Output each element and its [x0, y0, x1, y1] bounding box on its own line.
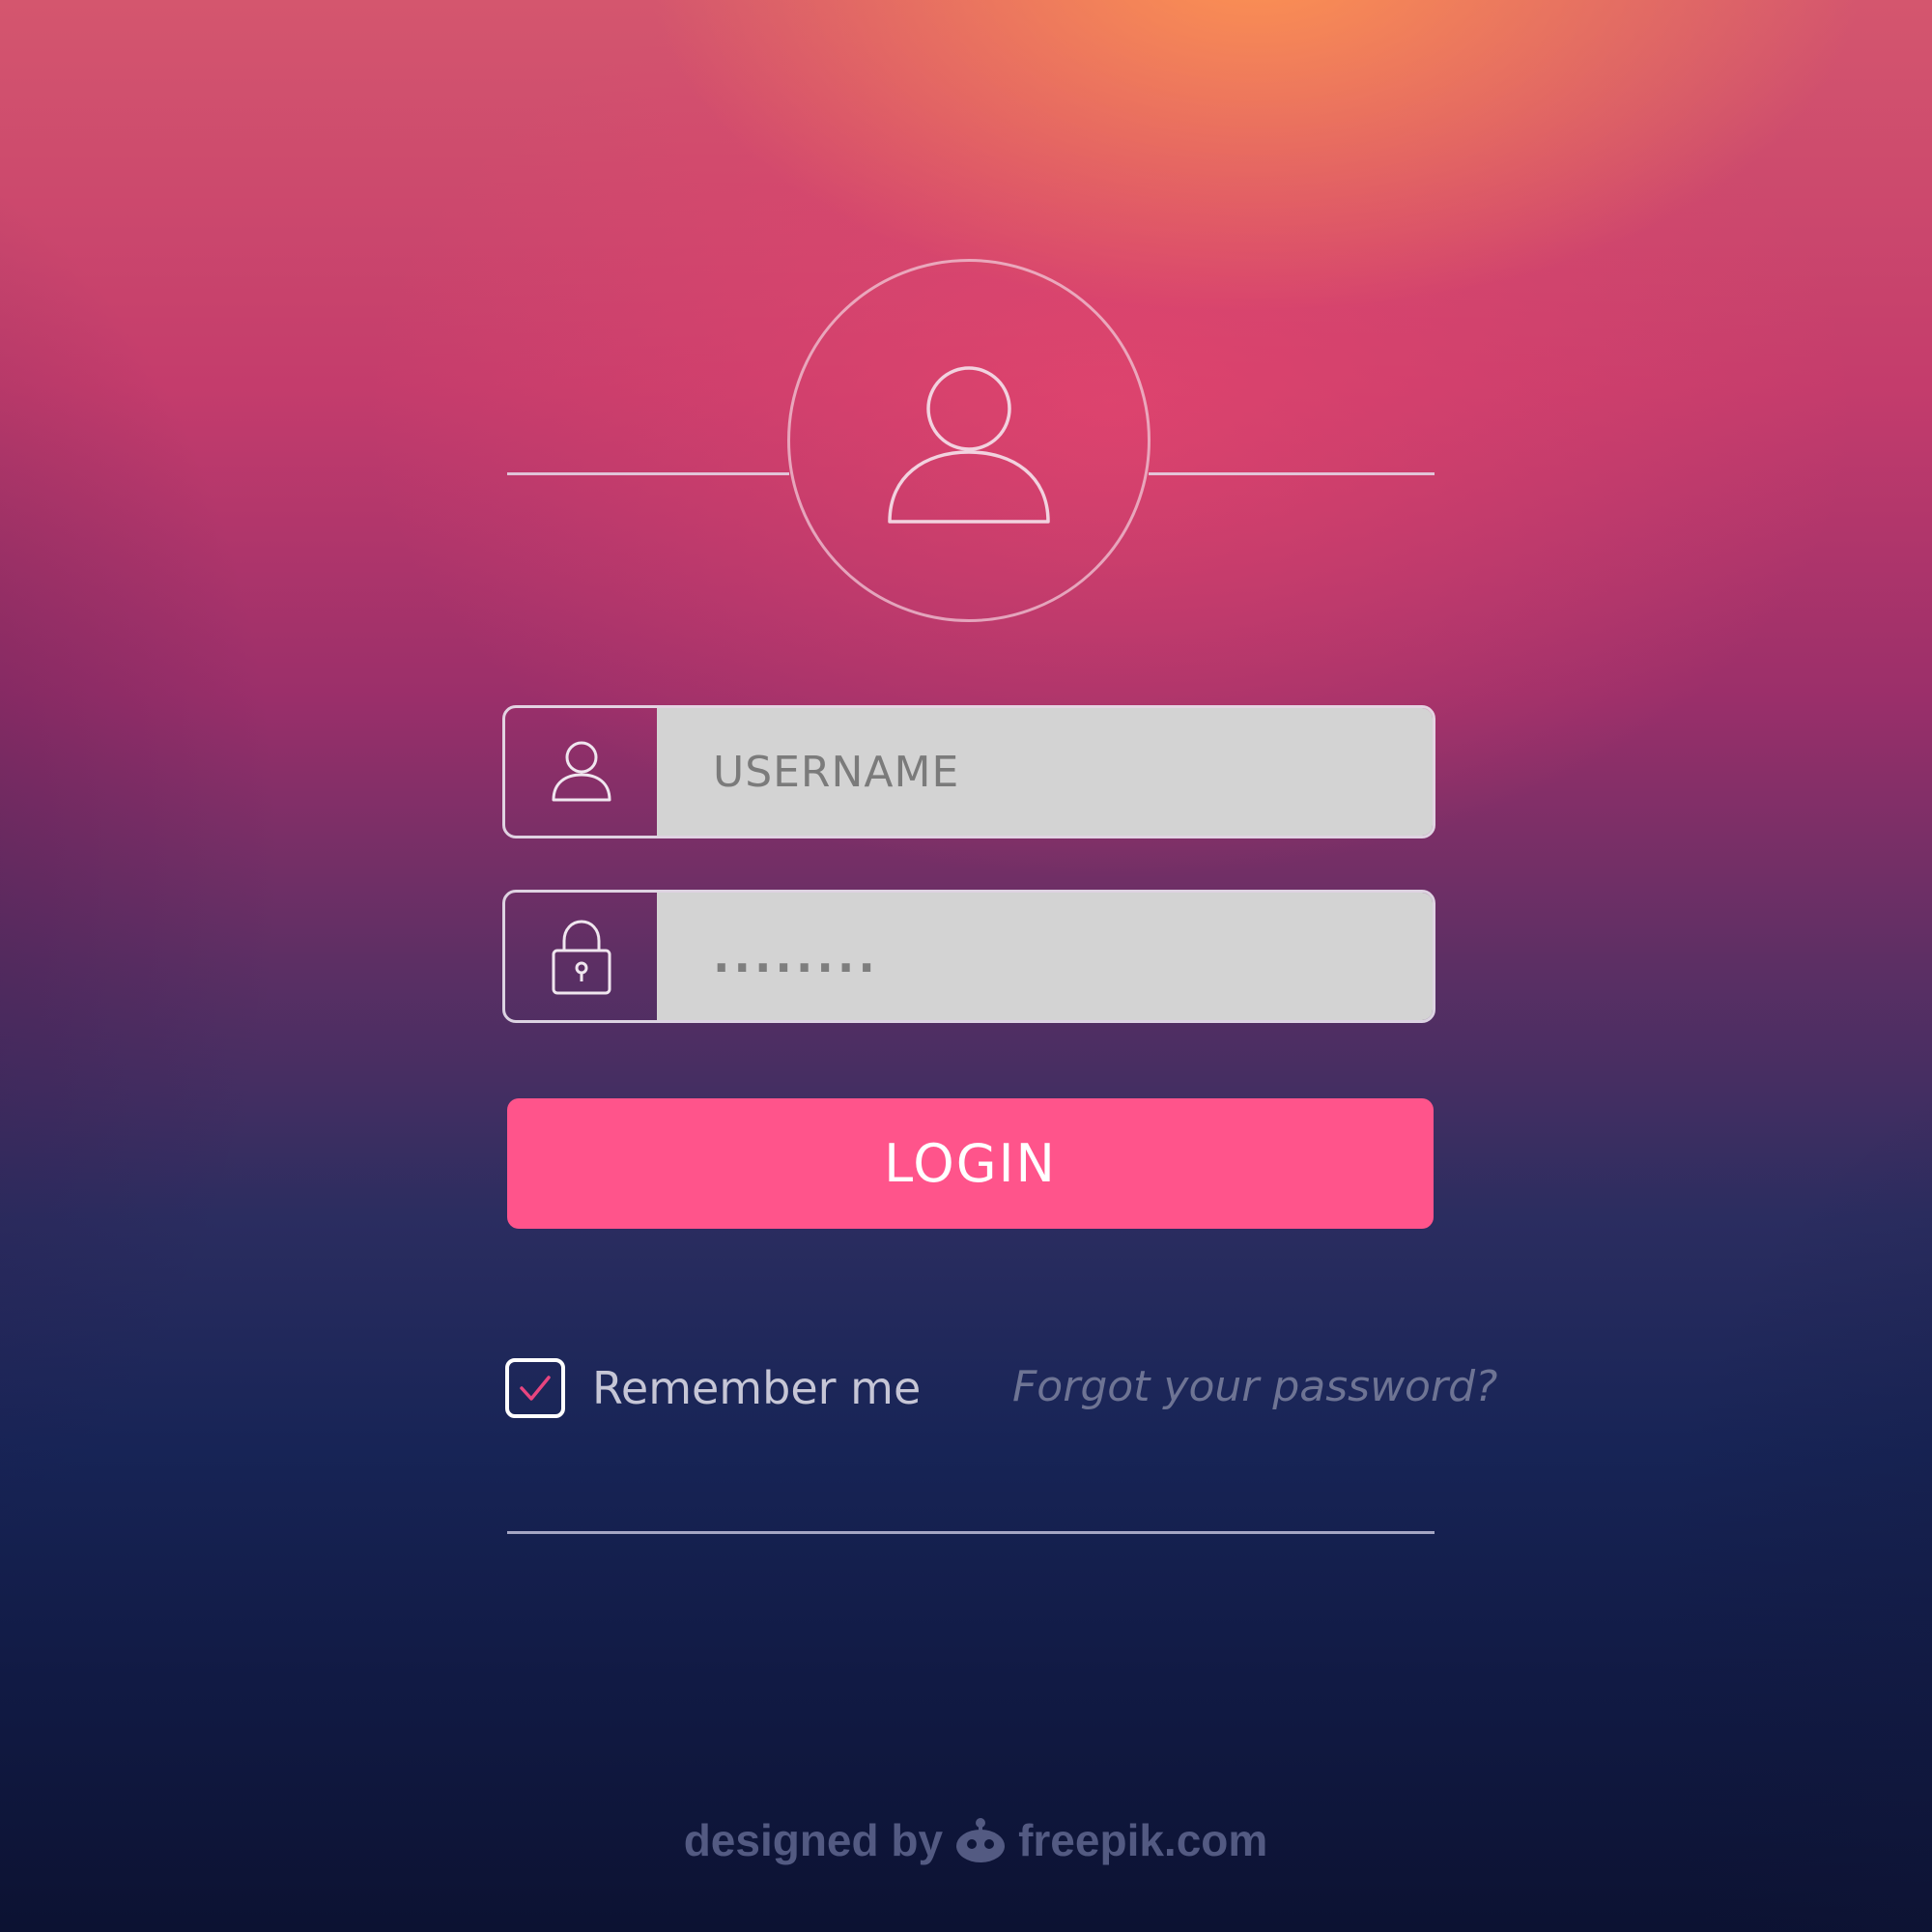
freepik-credit: designed by freepik.com — [676, 1814, 1275, 1866]
username-input[interactable]: USERNAME — [657, 708, 1433, 836]
divider-right — [1149, 472, 1435, 475]
check-icon — [520, 1376, 551, 1401]
username-icon-box — [505, 708, 657, 836]
bottom-divider — [507, 1531, 1435, 1534]
user-icon — [888, 366, 1050, 524]
password-input[interactable]: ........ — [657, 893, 1433, 1020]
forgot-password-link[interactable]: Forgot your password? — [1012, 1362, 1497, 1411]
credit-prefix: designed by — [683, 1815, 944, 1865]
lock-icon — [552, 920, 611, 995]
user-icon — [552, 741, 611, 802]
password-icon-box — [505, 893, 657, 1020]
username-field[interactable]: USERNAME — [502, 705, 1435, 838]
credit-brand: freepik.com — [1018, 1815, 1268, 1865]
remember-checkbox[interactable] — [505, 1358, 565, 1418]
remember-label[interactable]: Remember me — [592, 1362, 921, 1414]
login-button[interactable]: LOGIN — [507, 1098, 1434, 1229]
password-field[interactable]: ........ — [502, 890, 1435, 1023]
divider-left — [507, 472, 789, 475]
avatar — [787, 259, 1151, 622]
freepik-logo-icon — [956, 1818, 1006, 1862]
